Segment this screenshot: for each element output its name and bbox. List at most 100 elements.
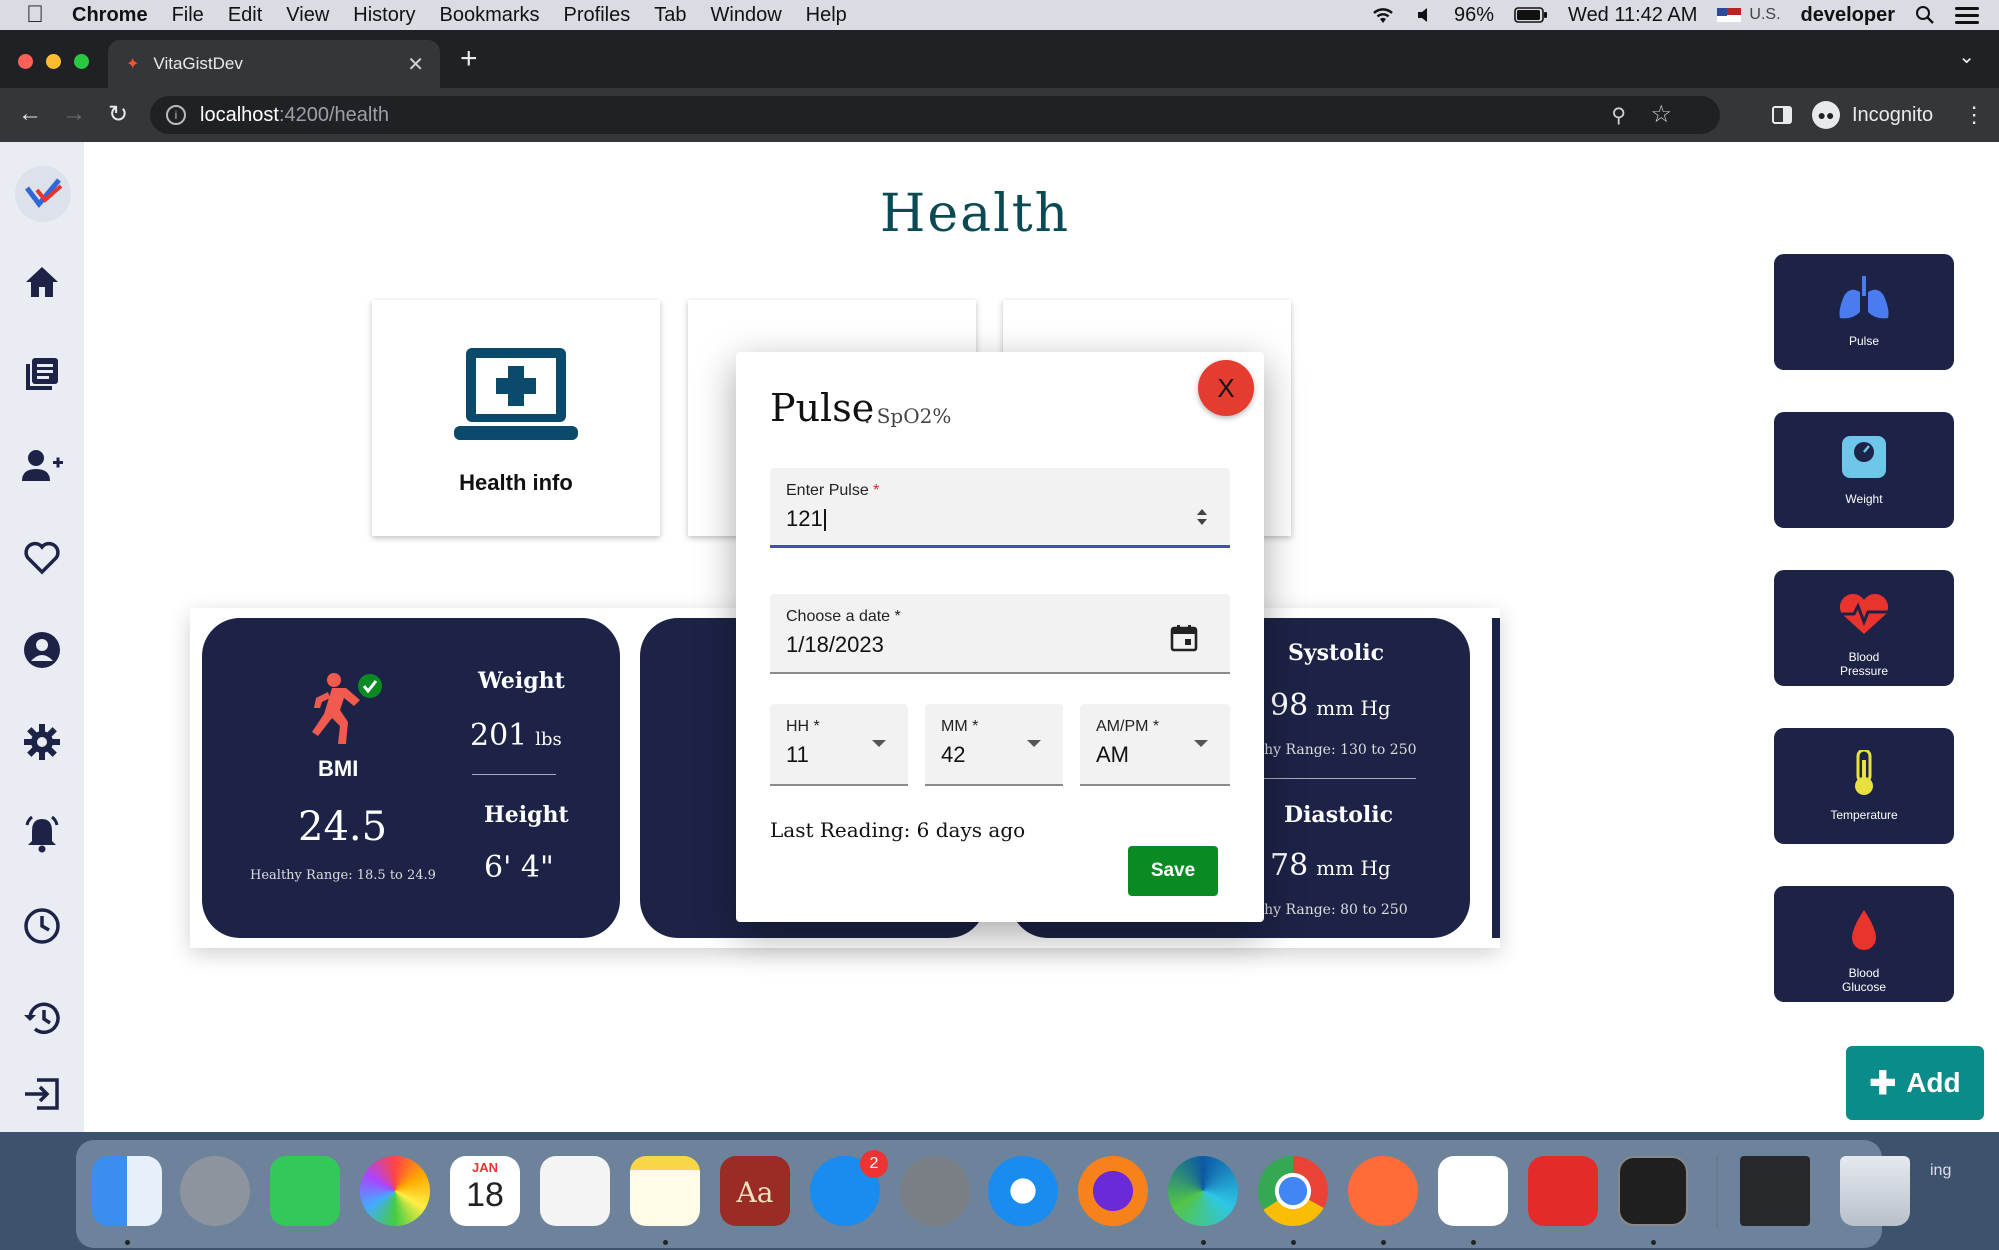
chrome-menu-icon[interactable]: ⋮ xyxy=(1963,102,1985,128)
home-icon[interactable] xyxy=(20,260,64,304)
diastolic-value: 78 xyxy=(1270,848,1309,883)
wps-office-icon[interactable] xyxy=(1528,1156,1598,1226)
clock[interactable]: Wed 11:42 AM xyxy=(1568,4,1697,27)
us-flag-icon[interactable] xyxy=(1717,8,1742,22)
window-minimize-button[interactable] xyxy=(46,54,61,69)
finder-icon[interactable] xyxy=(92,1156,162,1226)
recent-window-thumbnail[interactable] xyxy=(1740,1156,1810,1226)
diastolic-healthy-range: lthy Range: 80 to 250 xyxy=(1254,902,1408,918)
calendar-icon[interactable]: JAN 18 xyxy=(450,1156,520,1226)
forward-arrow-icon[interactable]: → xyxy=(62,100,86,128)
quick-label-weight: Weight xyxy=(1845,492,1883,506)
menu-tab[interactable]: Tab xyxy=(654,4,686,27)
bookmark-star-icon[interactable]: ☆ xyxy=(1650,100,1672,129)
menu-bookmarks[interactable]: Bookmarks xyxy=(440,4,540,27)
alarm-bell-icon[interactable] xyxy=(20,812,64,856)
menu-file[interactable]: File xyxy=(172,4,204,27)
quick-add-blood-glucose-button[interactable]: Blood Glucose xyxy=(1774,886,1954,1002)
incognito-label[interactable]: Incognito xyxy=(1852,104,1933,127)
save-button[interactable]: Save xyxy=(1128,846,1218,896)
heart-icon[interactable] xyxy=(20,536,64,580)
tab-search-chevron-icon[interactable]: ⌄ xyxy=(1958,44,1975,69)
pulse-input-field[interactable]: Enter Pulse * 121 xyxy=(770,468,1230,548)
site-info-icon[interactable]: i xyxy=(166,105,186,125)
firefox-icon[interactable] xyxy=(1078,1156,1148,1226)
running-indicator xyxy=(1381,1240,1386,1245)
menu-edit[interactable]: Edit xyxy=(228,4,262,27)
incognito-icon[interactable]: ●● xyxy=(1812,101,1840,129)
vitagist-logo-mark xyxy=(25,178,63,209)
back-arrow-icon[interactable]: ← xyxy=(18,100,42,128)
add-user-icon[interactable] xyxy=(20,444,64,488)
dialog-close-button[interactable]: X xyxy=(1198,360,1254,416)
hour-select[interactable]: HH * 11 xyxy=(770,704,908,786)
battery-icon[interactable] xyxy=(1514,6,1548,24)
chrome-icon[interactable] xyxy=(1258,1156,1328,1226)
volume-icon[interactable] xyxy=(1416,6,1434,24)
profile-icon[interactable] xyxy=(20,628,64,672)
health-info-label: Health info xyxy=(459,470,573,495)
vitagist-logo[interactable] xyxy=(15,166,71,222)
clock-icon[interactable] xyxy=(20,904,64,948)
tab-close-icon[interactable]: ✕ xyxy=(407,52,424,77)
reminders-icon[interactable] xyxy=(540,1156,610,1226)
system-preferences-icon[interactable] xyxy=(900,1156,970,1226)
history-icon[interactable] xyxy=(20,996,64,1040)
calendar-icon[interactable] xyxy=(1170,624,1198,652)
menu-view[interactable]: View xyxy=(286,4,329,27)
quick-add-temperature-button[interactable]: Temperature xyxy=(1774,728,1954,844)
dictionary-icon[interactable]: Aa xyxy=(720,1156,790,1226)
trash-icon[interactable] xyxy=(1840,1156,1910,1226)
add-button-label: Add xyxy=(1906,1067,1961,1098)
vscode-icon[interactable] xyxy=(1438,1156,1508,1226)
new-tab-plus-icon[interactable]: + xyxy=(460,42,478,76)
notes-icon[interactable] xyxy=(630,1156,700,1226)
text-cursor xyxy=(823,509,826,532)
apple-menu-icon[interactable]:  xyxy=(26,1,50,29)
password-key-icon[interactable]: ⚲ xyxy=(1611,103,1626,128)
menu-history[interactable]: History xyxy=(353,4,415,27)
tab-title: VitaGistDev xyxy=(153,54,243,73)
menu-app-chrome[interactable]: Chrome xyxy=(72,4,148,27)
menu-window[interactable]: Window xyxy=(711,4,782,27)
vitals-card-4[interactable] xyxy=(1492,618,1500,938)
health-info-card[interactable]: Health info xyxy=(372,300,660,536)
lungs-icon xyxy=(1839,276,1889,319)
quick-add-pulse-button[interactable]: Pulse xyxy=(1774,254,1954,370)
spotlight-search-icon[interactable] xyxy=(1915,5,1935,25)
address-bar[interactable]: i localhost:4200/health ⚲ ☆ xyxy=(150,96,1720,134)
number-spinner-icon[interactable] xyxy=(1195,506,1209,528)
menu-help[interactable]: Help xyxy=(806,4,847,27)
quick-add-blood-pressure-button[interactable]: Blood Pressure xyxy=(1774,570,1954,686)
wifi-icon[interactable] xyxy=(1370,5,1396,25)
site-favicon-icon: ✦ xyxy=(126,56,140,73)
menu-profiles[interactable]: Profiles xyxy=(564,4,631,27)
logout-icon[interactable] xyxy=(20,1072,64,1116)
facetime-icon[interactable] xyxy=(270,1156,340,1226)
control-center-icon[interactable] xyxy=(1955,5,1979,25)
window-close-button[interactable] xyxy=(18,54,33,69)
bmi-card[interactable]: BMI 24.5 Healthy Range: 18.5 to 24.9 Wei… xyxy=(202,618,620,938)
add-button[interactable]: ✚ Add xyxy=(1846,1046,1984,1120)
thermometer-icon xyxy=(1855,750,1873,795)
user-name[interactable]: developer xyxy=(1801,4,1895,27)
quick-add-weight-button[interactable]: Weight xyxy=(1774,412,1954,528)
side-panel-icon[interactable] xyxy=(1772,105,1792,125)
minute-select[interactable]: MM * 42 xyxy=(925,704,1063,786)
photos-icon[interactable] xyxy=(360,1156,430,1226)
records-library-icon[interactable] xyxy=(20,352,64,396)
postman-icon[interactable] xyxy=(1348,1156,1418,1226)
am-pm-select[interactable]: AM/PM * AM xyxy=(1080,704,1230,786)
scale-icon xyxy=(1842,436,1886,478)
date-picker-field[interactable]: Choose a date * 1/18/2023 xyxy=(770,594,1230,674)
launchpad-icon[interactable] xyxy=(180,1156,250,1226)
terminal-icon[interactable] xyxy=(1618,1156,1688,1226)
reload-icon[interactable]: ↻ xyxy=(108,100,128,129)
window-zoom-button[interactable] xyxy=(74,54,89,69)
chevron-down-icon xyxy=(872,740,886,747)
settings-gear-icon[interactable] xyxy=(20,720,64,764)
browser-tab-active[interactable]: ✦ VitaGistDev ✕ xyxy=(108,40,440,88)
edge-icon[interactable] xyxy=(1168,1156,1238,1226)
pulse-input-value[interactable]: 121 xyxy=(786,506,826,532)
safari-icon[interactable] xyxy=(988,1156,1058,1226)
